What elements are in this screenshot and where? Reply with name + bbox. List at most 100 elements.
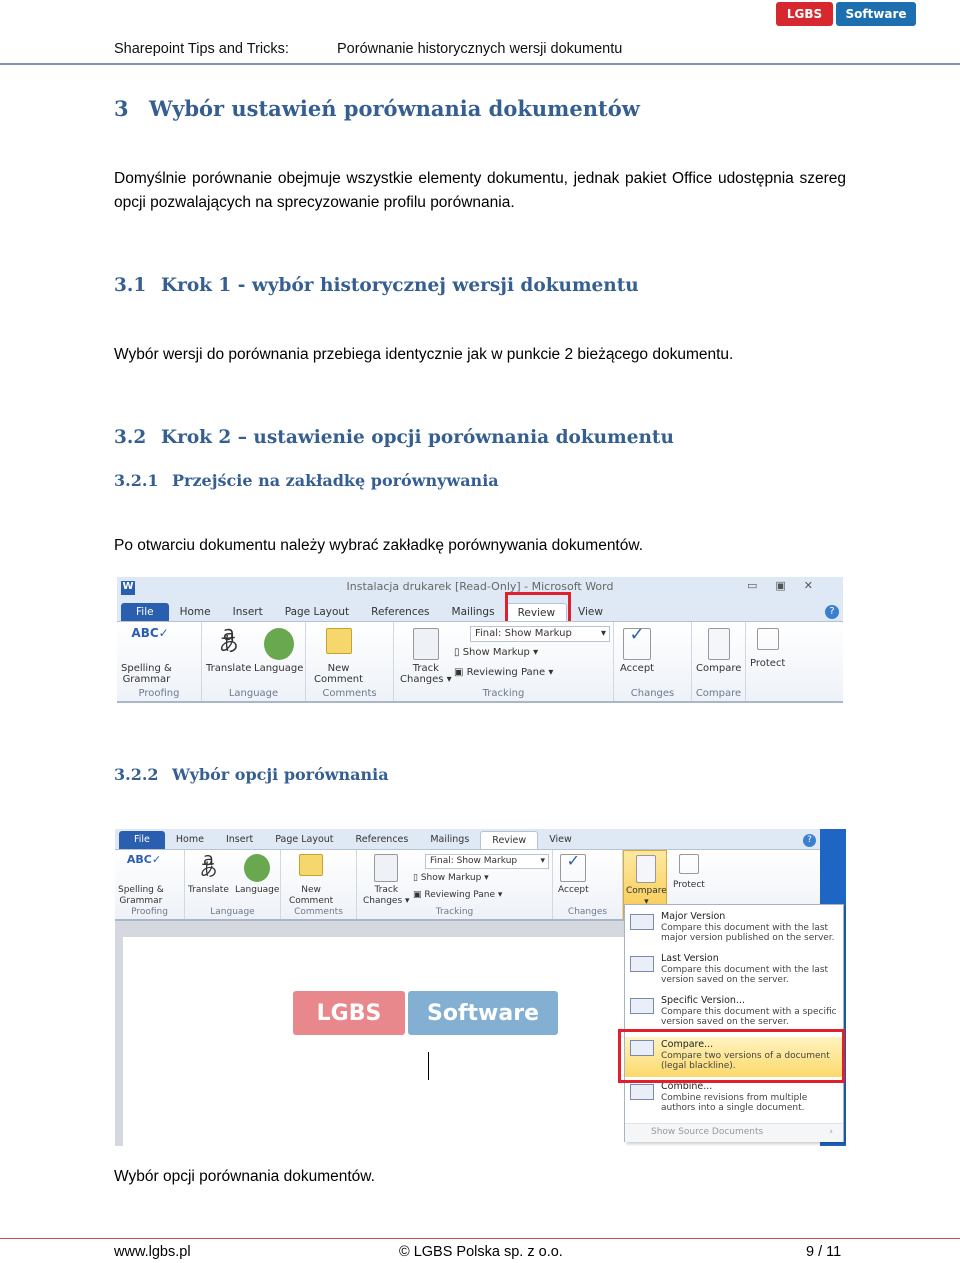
show-markup-button[interactable]: ▯ Show Markup ▾ <box>454 647 538 658</box>
lock-document-icon <box>678 854 699 874</box>
paragraph: Wybór wersji do porównania przebiega ide… <box>114 346 734 363</box>
compare-menu-screenshot: File Home Insert Page Layout References … <box>115 829 846 1146</box>
footer-website: www.lgbs.pl <box>114 1244 191 1260</box>
group-language: aあ Translate Language Language <box>202 622 306 701</box>
footer-divider <box>0 1238 960 1239</box>
compare-button[interactable]: Compare <box>696 628 741 674</box>
protect-button[interactable]: Protect <box>673 854 705 891</box>
tab-review[interactable]: Review <box>480 831 539 849</box>
compare-button[interactable]: Compare ▾ <box>626 855 667 908</box>
help-icon[interactable]: ? <box>825 605 839 619</box>
display-for-review-dropdown[interactable]: Final: Show Markup ▾ <box>425 854 549 869</box>
globe-icon <box>244 854 271 882</box>
group-proofing: ABC✓ Spelling & Grammar Proofing <box>117 622 202 701</box>
language-button[interactable]: Language <box>235 854 279 896</box>
tab-home[interactable]: Home <box>169 603 222 621</box>
group-changes: ✓ Accept Changes <box>614 622 692 701</box>
group-comments: New Comment Comments <box>306 622 394 701</box>
header-divider <box>0 63 960 65</box>
text-cursor <box>428 1052 429 1080</box>
tab-insert[interactable]: Insert <box>215 831 264 849</box>
reviewing-pane-button[interactable]: ▣ Reviewing Pane ▾ <box>413 890 502 900</box>
combine-documents-icon <box>630 1084 654 1100</box>
language-button[interactable]: Language <box>254 628 303 674</box>
group-protect: Protect <box>746 622 790 701</box>
version-compare-icon <box>630 956 654 972</box>
ribbon-tabs: File Home Insert Page Layout References … <box>117 600 843 621</box>
heading-3-2-2: 3.2.2 Wybór opcji porównania <box>114 765 389 784</box>
track-changes-icon <box>412 628 439 660</box>
group-tracking: Track Changes ▾ Final: Show Markup ▾ ▯ Sho… <box>394 622 614 701</box>
heading-3-2: 3.2 Krok 2 – ustawienie opcji porównania … <box>114 427 674 448</box>
heading-3-2-1: 3.2.1 Przejście na zakładkę porównywania <box>114 471 499 490</box>
tab-mailings[interactable]: Mailings <box>419 831 480 849</box>
tab-home[interactable]: Home <box>165 831 215 849</box>
heading-3-1: 3.1 Krok 1 - wybór historycznej wersji do… <box>114 275 639 296</box>
page-number: 9 / 11 <box>806 1244 842 1260</box>
spelling-grammar-button[interactable]: ABC✓ Spelling & Grammar <box>121 626 172 685</box>
paragraph: Domyślnie porównanie obejmuje wszystkie … <box>114 170 846 211</box>
spelling-grammar-button[interactable]: ABC✓ Spelling & Grammar <box>118 854 164 907</box>
protect-button[interactable]: Protect <box>750 628 785 669</box>
group-proofing: ABC✓ Spelling & Grammar Proofing <box>115 850 185 919</box>
comment-icon <box>299 854 324 876</box>
abc-check-icon: ABC✓ <box>131 626 169 640</box>
figure-caption: Wybór opcji porównania dokumentów. <box>114 1168 375 1185</box>
tab-insert[interactable]: Insert <box>222 603 274 621</box>
translate-button[interactable]: aあ Translate <box>206 621 251 674</box>
tab-view[interactable]: View <box>567 603 614 621</box>
tab-references[interactable]: References <box>345 831 420 849</box>
heading-3: 3 Wybór ustawień porównania dokumentów <box>114 96 640 121</box>
new-comment-button[interactable]: New Comment <box>289 854 333 907</box>
group-tracking: Track Changes ▾ Final: Show Markup ▾ ▯ Sho… <box>357 850 553 919</box>
track-changes-button[interactable]: Track Changes ▾ <box>400 628 452 685</box>
menu-item-last-version[interactable]: Last Version Compare this document with t… <box>625 953 843 993</box>
group-changes: ✓ Accept Changes <box>553 850 623 919</box>
tab-page-layout[interactable]: Page Layout <box>264 831 344 849</box>
window-title: Instalacja drukarek [Read-Only] - Micros… <box>346 580 614 593</box>
word-ribbon-screenshot: W Instalacja drukarek [Read-Only] - Micr… <box>117 577 843 703</box>
lock-document-icon <box>756 628 779 650</box>
lgbs-watermark-logo: LGBS Software <box>293 991 558 1035</box>
reviewing-pane-button[interactable]: ▣ Reviewing Pane ▾ <box>454 667 553 678</box>
menu-item-major-version[interactable]: Major Version Compare this document with … <box>625 911 843 951</box>
tab-file[interactable]: File <box>121 603 169 621</box>
accept-icon: ✓ <box>623 626 652 660</box>
lgbs-logo: LGBS Software <box>776 2 916 26</box>
header-left: Sharepoint Tips and Tricks: <box>114 41 289 57</box>
tab-mailings[interactable]: Mailings <box>441 603 506 621</box>
translate-icon: aあ <box>199 849 218 881</box>
accept-icon: ✓ <box>560 853 587 882</box>
translate-icon: aあ <box>218 621 239 656</box>
tab-file[interactable]: File <box>119 831 165 849</box>
group-comments: New Comment Comments <box>281 850 357 919</box>
tab-page-layout[interactable]: Page Layout <box>274 603 360 621</box>
help-icon[interactable]: ? <box>803 834 816 847</box>
accept-button[interactable]: ✓ Accept <box>620 626 654 675</box>
ribbon-tabs: File Home Insert Page Layout References … <box>115 829 820 849</box>
highlight-compare-item <box>618 1029 845 1083</box>
version-compare-icon <box>630 914 654 930</box>
track-changes-button[interactable]: Track Changes ▾ <box>363 854 410 907</box>
translate-button[interactable]: aあ Translate <box>188 849 229 896</box>
new-comment-button[interactable]: New Comment <box>314 628 363 685</box>
compare-icon <box>636 855 657 883</box>
window-controls[interactable]: ▭▣✕ <box>747 579 831 592</box>
group-compare: Compare Compare <box>692 622 746 701</box>
menu-item-show-source-documents[interactable]: Show Source Documents › <box>625 1123 843 1142</box>
group-language: aあ Translate Language Language <box>185 850 281 919</box>
comment-icon <box>325 628 352 654</box>
menu-item-combine[interactable]: Combine... Combine revisions from multipl… <box>625 1081 843 1121</box>
accept-button[interactable]: ✓ Accept <box>558 853 589 896</box>
compare-dropdown-menu: Major Version Compare this document with … <box>624 904 844 1142</box>
tab-references[interactable]: References <box>360 603 440 621</box>
show-markup-button[interactable]: ▯ Show Markup ▾ <box>413 873 489 883</box>
tab-view[interactable]: View <box>538 831 583 849</box>
track-changes-icon <box>374 854 399 882</box>
version-compare-icon <box>630 998 654 1014</box>
globe-icon <box>263 628 294 660</box>
header-right: Porównanie historycznych wersji dokument… <box>337 41 623 57</box>
display-for-review-dropdown[interactable]: Final: Show Markup ▾ <box>470 626 610 642</box>
ribbon: ABC✓ Spelling & Grammar Proofing aあ Transla… <box>117 621 843 703</box>
compare-icon <box>707 628 730 660</box>
